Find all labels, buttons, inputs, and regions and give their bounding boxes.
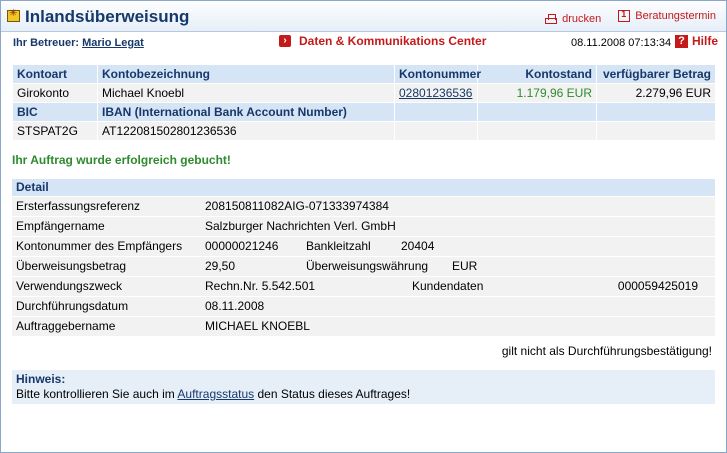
detail-row: Überweisungsbetrag 29,50 Überweisungswäh… [12, 257, 715, 277]
empty-cell [477, 102, 597, 122]
kundendaten-label: Kundendaten [412, 279, 484, 293]
waehrung-value: EUR [452, 259, 478, 273]
window: Inlandsüberweisung drucken Beratungsterm… [0, 0, 727, 453]
help-label: Hilfe [692, 34, 719, 48]
detail-row: Ersterfassungsreferenz 208150811082AIG-0… [12, 197, 715, 217]
kontonummer-link[interactable]: 02801236536 [399, 86, 472, 100]
top-links: drucken Beratungstermin [531, 9, 716, 25]
data-center-link[interactable]: › Daten & Kommunikations Center [279, 34, 486, 48]
hinweis-title: Hinweis: [16, 372, 66, 386]
kontonummer-empfaenger-label: Kontonummer des Empfängers [16, 239, 183, 253]
auftraggeber-value: MICHAEL KNOEBL [205, 319, 310, 333]
printer-icon [545, 14, 558, 24]
detail-row: Empfängername Salzburger Nachrichten Ver… [12, 217, 715, 237]
detail-row: Verwendungszweck Rechn.Nr. 5.542.501 Kun… [12, 277, 715, 297]
account-row-2: STSPAT2G AT122081502801236536 [12, 121, 716, 141]
advisor-link[interactable]: Mario Legat [82, 37, 144, 49]
durchfuehrungsdatum-label: Durchführungsdatum [16, 299, 129, 313]
detail-title: Detail [12, 179, 715, 197]
appointment-label: Beratungstermin [635, 10, 716, 22]
bankleitzahl-value: 20404 [401, 239, 435, 253]
detail-row: Kontonummer des Empfängers 00000021246 B… [12, 237, 715, 257]
empfaenger-value: Salzburger Nachrichten Verl. GmbH [205, 219, 396, 233]
betrag-label: Überweisungsbetrag [16, 259, 127, 273]
empty-cell [394, 121, 478, 141]
col-bic: BIC [12, 102, 98, 122]
col-kontobezeichnung: Kontobezeichnung [97, 64, 395, 84]
hinweis-text: Bitte kontrollieren Sie auch im Auftrags… [16, 387, 410, 401]
timestamp: 08.11.2008 07:13:34 [571, 37, 672, 49]
kundendaten-value: 000059425019 [617, 279, 698, 293]
kontostand-value: 1.179,96 EUR [477, 83, 597, 103]
betrag-value: 29,50 [205, 259, 236, 273]
kontobezeichnung-value: Michael Knoebl [97, 83, 395, 103]
col-kontoart: Kontoart [12, 64, 98, 84]
bankleitzahl-label: Bankleitzahl [306, 239, 371, 253]
col-verfuegbar: verfügbarer Betrag [596, 64, 716, 84]
empfaenger-label: Empfängername [16, 219, 105, 233]
verwendungszweck-label: Verwendungszweck [16, 279, 123, 293]
hinweis-text-before: Bitte kontrollieren Sie auch im [16, 387, 178, 401]
bic-value: STSPAT2G [12, 121, 98, 141]
appointment-button[interactable]: Beratungstermin [618, 9, 716, 22]
auftragsstatus-link[interactable]: Auftragsstatus [177, 387, 254, 401]
help-icon: ? [675, 34, 688, 48]
account-header-row: Kontoart Kontobezeichnung Kontonummer Ko… [12, 64, 716, 84]
durchfuehrungsdatum-value: 08.11.2008 [205, 299, 265, 313]
page-title: Inlandsüberweisung [25, 7, 190, 26]
iban-value: AT122081502801236536 [97, 121, 395, 141]
ersterfassung-value: 208150811082AIG-071333974384 [205, 199, 389, 213]
calendar-icon [618, 9, 631, 22]
verwendungszweck-value: Rechn.Nr. 5.542.501 [205, 279, 316, 293]
success-message: Ihr Auftrag wurde erfolgreich gebucht! [12, 153, 231, 167]
empty-cell [596, 121, 716, 141]
waehrung-label: Überweisungswährung [306, 259, 429, 273]
detail-table: Detail Ersterfassungsreferenz 2081508110… [12, 179, 715, 337]
account-header-row-2: BIC IBAN (International Bank Account Num… [12, 102, 716, 122]
col-iban: IBAN (International Bank Account Number) [97, 102, 395, 122]
title-bar: Inlandsüberweisung drucken Beratungsterm… [1, 1, 726, 32]
app-icon [7, 8, 20, 22]
advisor: Ihr Betreuer: Mario Legat [13, 37, 144, 49]
col-kontonummer: Kontonummer [394, 64, 481, 84]
confirmation-note: gilt nicht als Durchführungsbestätigung! [501, 344, 712, 358]
info-row: Ihr Betreuer: Mario Legat › Daten & Komm… [1, 32, 726, 54]
print-button[interactable]: drucken [545, 13, 601, 25]
account-row: Girokonto Michael Knoebl 02801236536 1.1… [12, 83, 716, 103]
ersterfassung-label: Ersterfassungsreferenz [16, 199, 141, 213]
hinweis-box: Hinweis: Bitte kontrollieren Sie auch im… [12, 370, 715, 404]
hinweis-text-after: den Status dieses Auftrages! [254, 387, 411, 401]
empty-cell [394, 102, 478, 122]
help-button[interactable]: ? Hilfe [675, 34, 718, 48]
kontonummer-empfaenger-value: 00000021246 [205, 239, 279, 253]
account-table: Kontoart Kontobezeichnung Kontonummer Ko… [12, 64, 716, 141]
kontoart-value: Girokonto [12, 83, 98, 103]
print-label: drucken [562, 13, 602, 25]
detail-row: Durchführungsdatum 08.11.2008 [12, 297, 715, 317]
detail-row: Auftraggebername MICHAEL KNOEBL [12, 317, 715, 337]
verfuegbar-value: 2.279,96 EUR [596, 83, 716, 103]
advisor-label: Ihr Betreuer: [13, 37, 80, 49]
auftraggeber-label: Auftraggebername [16, 319, 116, 333]
empty-cell [596, 102, 716, 122]
col-kontostand: Kontostand [477, 64, 597, 84]
chevron-right-icon: › [279, 35, 291, 47]
empty-cell [477, 121, 597, 141]
data-center-label: Daten & Kommunikations Center [299, 34, 487, 48]
